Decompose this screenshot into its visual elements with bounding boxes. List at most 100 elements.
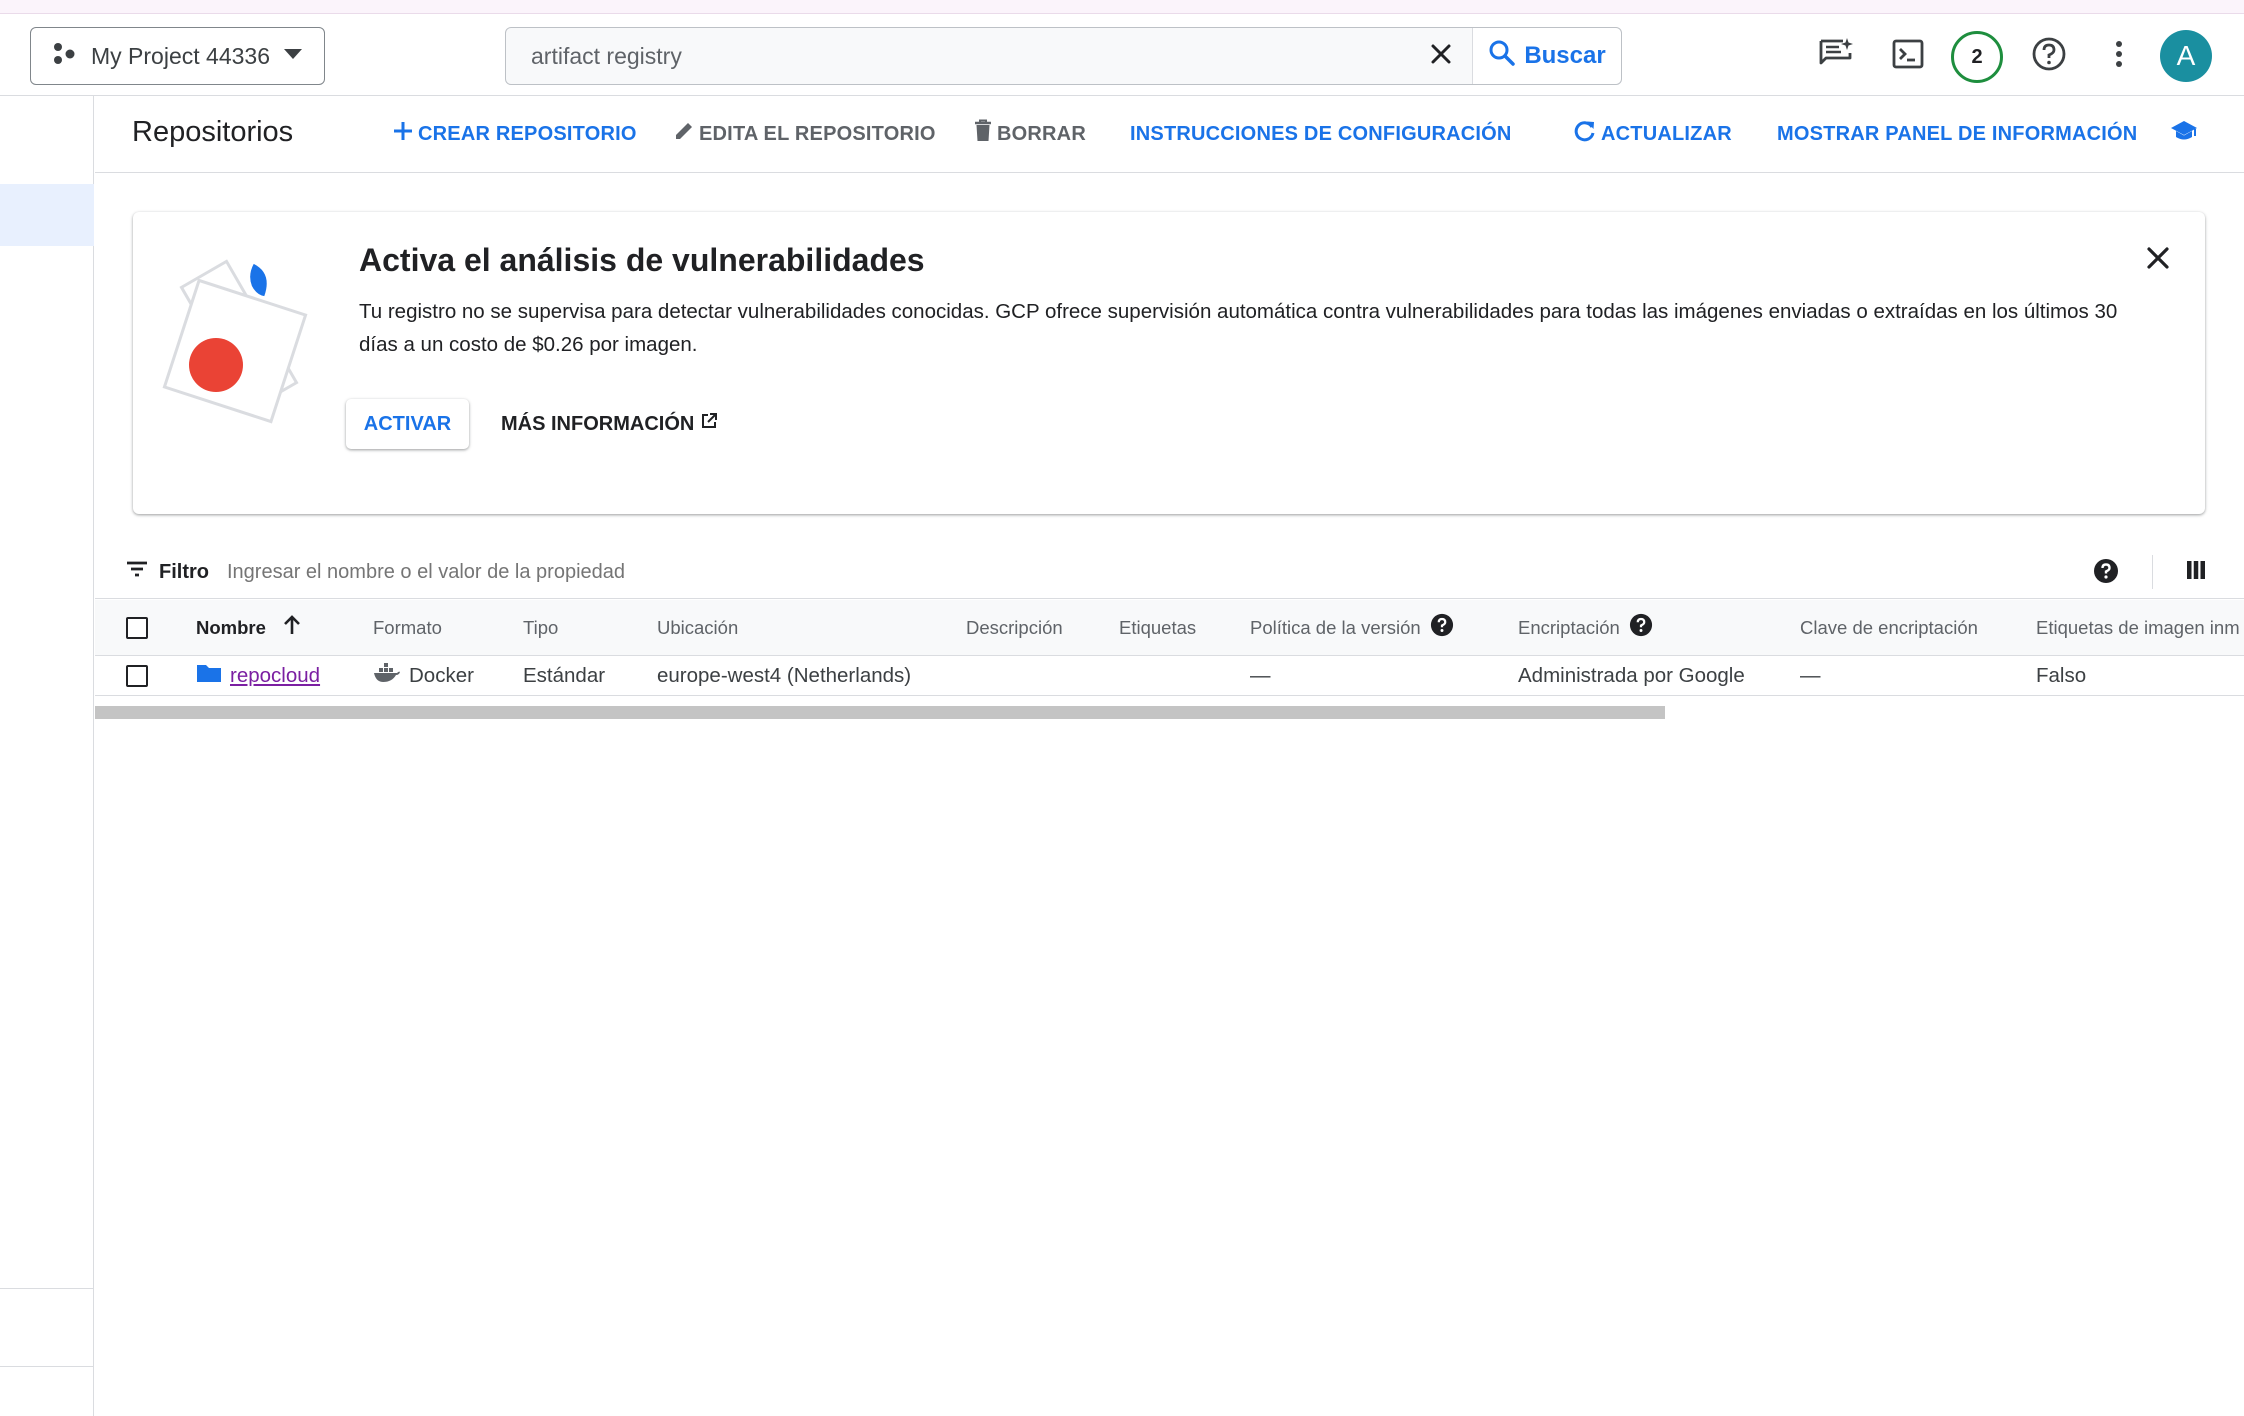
page-title: Repositorios [132, 116, 294, 148]
banner-close-button[interactable] [2138, 240, 2178, 280]
horizontal-scrollbar[interactable] [95, 706, 1665, 719]
select-all-checkbox[interactable] [126, 616, 148, 639]
help-circle-icon [2031, 36, 2067, 77]
filter-list-icon [125, 559, 149, 585]
left-nav-divider [0, 1288, 94, 1289]
column-header-name-label: Nombre [196, 616, 266, 638]
chat-spark-icon [1817, 35, 1855, 78]
page-toolbar: Repositorios CREAR REPOSITORIO EDITA EL … [95, 96, 2244, 173]
learn-button[interactable] [2170, 117, 2198, 151]
filter-help-button[interactable] [2093, 558, 2119, 589]
open-in-new-icon [700, 412, 718, 436]
column-header-encryption[interactable]: Encriptación [1518, 600, 1653, 655]
info-panel-label: MOSTRAR PANEL DE INFORMACIÓN [1777, 122, 2138, 145]
delete-button[interactable]: BORRAR [973, 117, 1086, 151]
filter-input[interactable] [227, 555, 2027, 589]
edit-repository-button[interactable]: EDITA EL REPOSITORIO [673, 117, 936, 151]
repo-encryption: Administrada por Google [1518, 663, 1745, 687]
setup-instructions-button[interactable]: INSTRUCCIONES DE CONFIGURACIÓN [1130, 117, 1512, 151]
column-header-labels[interactable]: Etiquetas [1119, 600, 1196, 655]
activate-button[interactable]: ACTIVAR [346, 399, 469, 449]
repo-location: europe-west4 (Netherlands) [657, 663, 912, 687]
column-header-description[interactable]: Descripción [966, 600, 1063, 655]
help-circle-icon[interactable] [1629, 613, 1653, 642]
refresh-icon [1573, 119, 1597, 149]
delete-label: BORRAR [997, 122, 1086, 145]
column-header-version-policy[interactable]: Política de la versión [1250, 600, 1454, 655]
more-info-label: MÁS INFORMACIÓN [501, 412, 695, 435]
edit-repository-label: EDITA EL REPOSITORIO [699, 122, 936, 145]
school-icon [2170, 119, 2198, 149]
repo-format: Docker [409, 663, 474, 687]
info-panel-button[interactable]: MOSTRAR PANEL DE INFORMACIÓN [1777, 117, 2137, 151]
column-display-button[interactable] [2185, 559, 2207, 586]
avatar[interactable]: A [2160, 30, 2212, 82]
more-vert-icon [2114, 39, 2124, 74]
search-icon [1488, 39, 1516, 74]
filter-bar: Filtro [95, 545, 2244, 599]
setup-instructions-label: INSTRUCCIONES DE CONFIGURACIÓN [1130, 122, 1512, 145]
search-input[interactable] [506, 28, 1409, 84]
table-row: repocloud Docker Estándar europe-west4 (… [95, 656, 2244, 696]
arrow-up-icon [282, 614, 302, 641]
help-circle-icon [2093, 559, 2119, 588]
project-nodes-icon [51, 41, 77, 72]
left-nav-divider [0, 1366, 94, 1367]
column-header-type[interactable]: Tipo [523, 600, 558, 655]
help-button[interactable] [2026, 33, 2072, 79]
more-options-button[interactable] [2096, 33, 2142, 79]
table-header: Nombre Formato Tipo Ubicación Descripció… [95, 600, 2244, 656]
select-all-checkbox-cell [126, 600, 148, 655]
banner-text: Tu registro no se supervisa para detecta… [359, 300, 2118, 356]
repo-format-cell: Docker [373, 656, 474, 695]
notifications-badge[interactable]: 2 [1951, 31, 2003, 83]
terminal-icon [1891, 37, 1925, 76]
trash-icon [973, 119, 993, 149]
feedback-button[interactable] [1813, 33, 1859, 79]
search-button[interactable]: Buscar [1473, 28, 1621, 84]
column-header-encryption-key[interactable]: Clave de encriptación [1800, 600, 1978, 655]
column-header-name[interactable]: Nombre [196, 600, 302, 655]
column-header-immutable-tags[interactable]: Etiquetas de imagen inm [2036, 600, 2240, 655]
plus-icon [392, 120, 414, 148]
repo-name-link[interactable]: repocloud [230, 664, 320, 688]
left-nav-selected-item[interactable] [0, 184, 94, 246]
more-info-link[interactable]: MÁS INFORMACIÓN [501, 399, 718, 449]
help-circle-icon[interactable] [1430, 613, 1454, 642]
row-checkbox-cell [126, 656, 148, 695]
pencil-icon [673, 120, 695, 148]
banner-title: Activa el análisis de vulnerabilidades [359, 242, 925, 278]
create-repository-label: CREAR REPOSITORIO [418, 122, 637, 145]
filter-divider [2152, 555, 2153, 589]
project-name: My Project 44336 [91, 42, 270, 69]
browser-top-strip [0, 0, 2244, 14]
repo-type: Estándar [523, 663, 606, 687]
folder-icon [196, 662, 222, 690]
refresh-label: ACTUALIZAR [1601, 122, 1732, 145]
close-icon [2146, 246, 2170, 275]
row-checkbox[interactable] [126, 664, 148, 687]
view-column-icon [2185, 561, 2207, 585]
top-header: My Project 44336 Buscar 2 [0, 14, 2244, 96]
column-header-version-policy-label: Política de la versión [1250, 616, 1421, 638]
search-clear-button[interactable] [1409, 28, 1473, 84]
docker-whale-icon [373, 662, 401, 690]
filter-button[interactable]: Filtro [125, 559, 209, 585]
repo-version-policy: — [1250, 663, 1271, 687]
security-illustration [155, 247, 330, 437]
column-header-location[interactable]: Ubicación [657, 600, 738, 655]
search-box: Buscar [505, 27, 1622, 85]
search-button-label: Buscar [1524, 42, 1606, 69]
create-repository-button[interactable]: CREAR REPOSITORIO [392, 117, 637, 151]
project-picker[interactable]: My Project 44336 [30, 27, 325, 85]
column-header-format[interactable]: Formato [373, 600, 442, 655]
caret-down-icon [282, 47, 304, 66]
filter-label: Filtro [159, 560, 209, 583]
repo-encryption-key: — [1800, 663, 1821, 687]
column-header-encryption-label: Encriptación [1518, 616, 1620, 638]
left-nav-rail [0, 96, 94, 1416]
cloud-shell-button[interactable] [1885, 33, 1931, 79]
vulnerability-scanning-banner: Activa el análisis de vulnerabilidades T… [133, 212, 2205, 514]
refresh-button[interactable]: ACTUALIZAR [1573, 117, 1732, 151]
close-icon [1429, 42, 1453, 71]
